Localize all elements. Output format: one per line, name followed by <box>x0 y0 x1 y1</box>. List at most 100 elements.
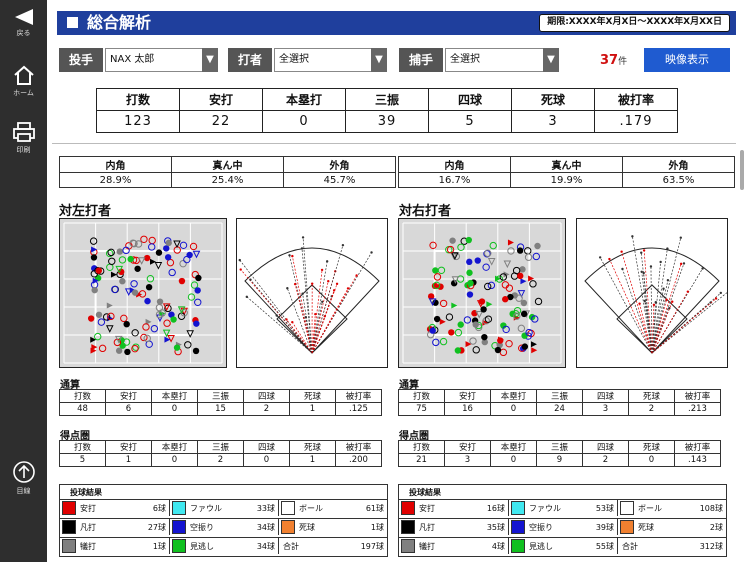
legend-value: 53球 <box>595 504 614 513</box>
cell-value: 15 <box>197 402 244 416</box>
legend-swatch <box>401 539 415 553</box>
stat-value: 0 <box>262 110 346 133</box>
legend-swatch <box>511 539 525 553</box>
col-header: 四球 <box>582 440 629 454</box>
col-header: 打数 <box>398 440 445 454</box>
home-button[interactable]: ホーム <box>0 64 47 98</box>
legend-name: 死球 <box>638 523 654 532</box>
legend-name: 犠打 <box>419 542 435 551</box>
col-header: 三振 <box>197 389 244 403</box>
legend-item: ファウル 53球 <box>508 499 617 516</box>
left-zone-table: 内角 真ん中 外角 28.9% 25.4% 45.7% <box>59 156 396 188</box>
legend-swatch <box>62 520 76 534</box>
col-header: 被打率 <box>674 389 721 403</box>
legend-value: 33球 <box>256 504 275 513</box>
col-header: 打数 <box>59 440 106 454</box>
back-arrow-icon <box>14 9 33 25</box>
legend-item: 死球 2球 <box>617 518 726 535</box>
home-label: ホーム <box>13 89 34 97</box>
legend-swatch <box>401 501 415 515</box>
zone-header: 外角 <box>622 156 735 173</box>
catcher-select[interactable]: 全選択 <box>445 48 559 72</box>
left-pitch-location-chart[interactable] <box>59 218 227 368</box>
cell-value: 0 <box>628 453 675 467</box>
zone-header: 外角 <box>283 156 396 173</box>
legend-name: ファウル <box>190 504 222 513</box>
col-header: 四球 <box>243 389 290 403</box>
header-square-icon <box>67 17 78 28</box>
cell-value: 5 <box>59 453 106 467</box>
col-header: 三振 <box>536 440 583 454</box>
legend-value: 35球 <box>486 523 505 532</box>
legend-swatch <box>172 539 186 553</box>
period-label: 期限:XXXX年X月X日〜XXXX年X月XX日 <box>539 14 730 32</box>
legend-swatch <box>511 520 525 534</box>
legend-name: 安打 <box>80 504 96 513</box>
legend-swatch <box>281 520 295 534</box>
dropdown-arrow-icon[interactable]: ▼ <box>371 48 387 72</box>
legend-item: 安打 6球 <box>60 499 169 516</box>
menu-button[interactable]: 目線 <box>0 460 47 496</box>
legend-title: 投球結果 <box>70 488 102 497</box>
legend-swatch <box>620 501 634 515</box>
right-risp-table: 打数 安打 本塁打 三振 四球 死球 被打率 21 3 0 9 2 0 .143 <box>398 440 721 467</box>
legend-item: 犠打 1球 <box>60 537 169 554</box>
col-header: 安打 <box>444 440 491 454</box>
cell-value: 16 <box>444 402 491 416</box>
stat-value: .179 <box>594 110 678 133</box>
back-button[interactable]: 戻る <box>0 8 47 38</box>
batter-label: 打者 <box>228 48 272 72</box>
print-icon <box>12 122 35 142</box>
legend-item: 見逃し 34球 <box>169 537 278 554</box>
overall-stats-table: 打数 安打 本塁打 三振 四球 死球 被打率 123 22 0 39 5 3 .… <box>96 88 678 133</box>
page-title: 総合解析 <box>87 13 152 32</box>
legend-name: 凡打 <box>80 523 96 532</box>
legend-name: 合計 <box>622 542 638 551</box>
legend-item: 凡打 27球 <box>60 518 169 535</box>
zone-value: 25.4% <box>171 172 284 188</box>
legend-swatch <box>620 520 634 534</box>
batter-filter[interactable]: 打者 全選択 ▼ <box>228 48 387 72</box>
legend-item: ボール 108球 <box>617 499 726 516</box>
sidebar: 戻る ホーム 印刷 目線 <box>0 0 47 562</box>
scrollbar[interactable] <box>740 150 744 190</box>
legend-value: 34球 <box>256 523 275 532</box>
right-section-title: 対右打者 <box>399 204 452 219</box>
right-spray-chart[interactable] <box>576 218 728 368</box>
print-label: 印刷 <box>16 146 31 154</box>
dropdown-arrow-icon[interactable]: ▼ <box>202 48 218 72</box>
zone-header: 真ん中 <box>171 156 284 173</box>
legend-swatch <box>62 539 76 553</box>
spray-chart-canvas <box>584 235 727 354</box>
col-header: 打数 <box>59 389 106 403</box>
zone-value: 63.5% <box>622 172 735 188</box>
left-spray-chart[interactable] <box>236 218 388 368</box>
cell-value: 3 <box>444 453 491 467</box>
cell-value: 0 <box>243 453 290 467</box>
legend-item: 合計 197球 <box>278 537 387 554</box>
cell-value: 24 <box>536 402 583 416</box>
left-pitch-result-legend: 投球結果 安打 6球 ファウル 33球 ボール 61球 凡打 27球 空振り 34球 死球 1球 犠打 1… <box>59 484 388 557</box>
right-pitch-location-chart[interactable] <box>398 218 566 368</box>
col-header: 安打 <box>105 389 152 403</box>
stat-value: 22 <box>179 110 263 133</box>
cell-value: .200 <box>335 453 382 467</box>
stat-header: 打数 <box>96 88 180 111</box>
right-total-table: 打数 安打 本塁打 三振 四球 死球 被打率 75 16 0 24 3 2 .2… <box>398 389 721 416</box>
legend-title: 投球結果 <box>409 488 441 497</box>
col-header: 安打 <box>444 389 491 403</box>
legend-item: ボール 61球 <box>278 499 387 516</box>
pitcher-filter[interactable]: 投手 NAX 太郎 ▼ <box>59 48 218 72</box>
legend-value: 6球 <box>152 504 166 513</box>
col-header: 打数 <box>398 389 445 403</box>
stat-header: 被打率 <box>594 88 678 111</box>
dropdown-arrow-icon[interactable]: ▼ <box>543 48 559 72</box>
legend-name: 死球 <box>299 523 315 532</box>
catcher-filter[interactable]: 捕手 全選択 ▼ <box>399 48 559 72</box>
zone-header: 内角 <box>59 156 172 173</box>
video-button[interactable]: 映像表示 <box>644 48 730 72</box>
legend-value: 55球 <box>595 542 614 551</box>
print-button[interactable]: 印刷 <box>0 121 47 155</box>
col-header: 本塁打 <box>490 389 537 403</box>
legend-value: 108球 <box>699 504 723 513</box>
